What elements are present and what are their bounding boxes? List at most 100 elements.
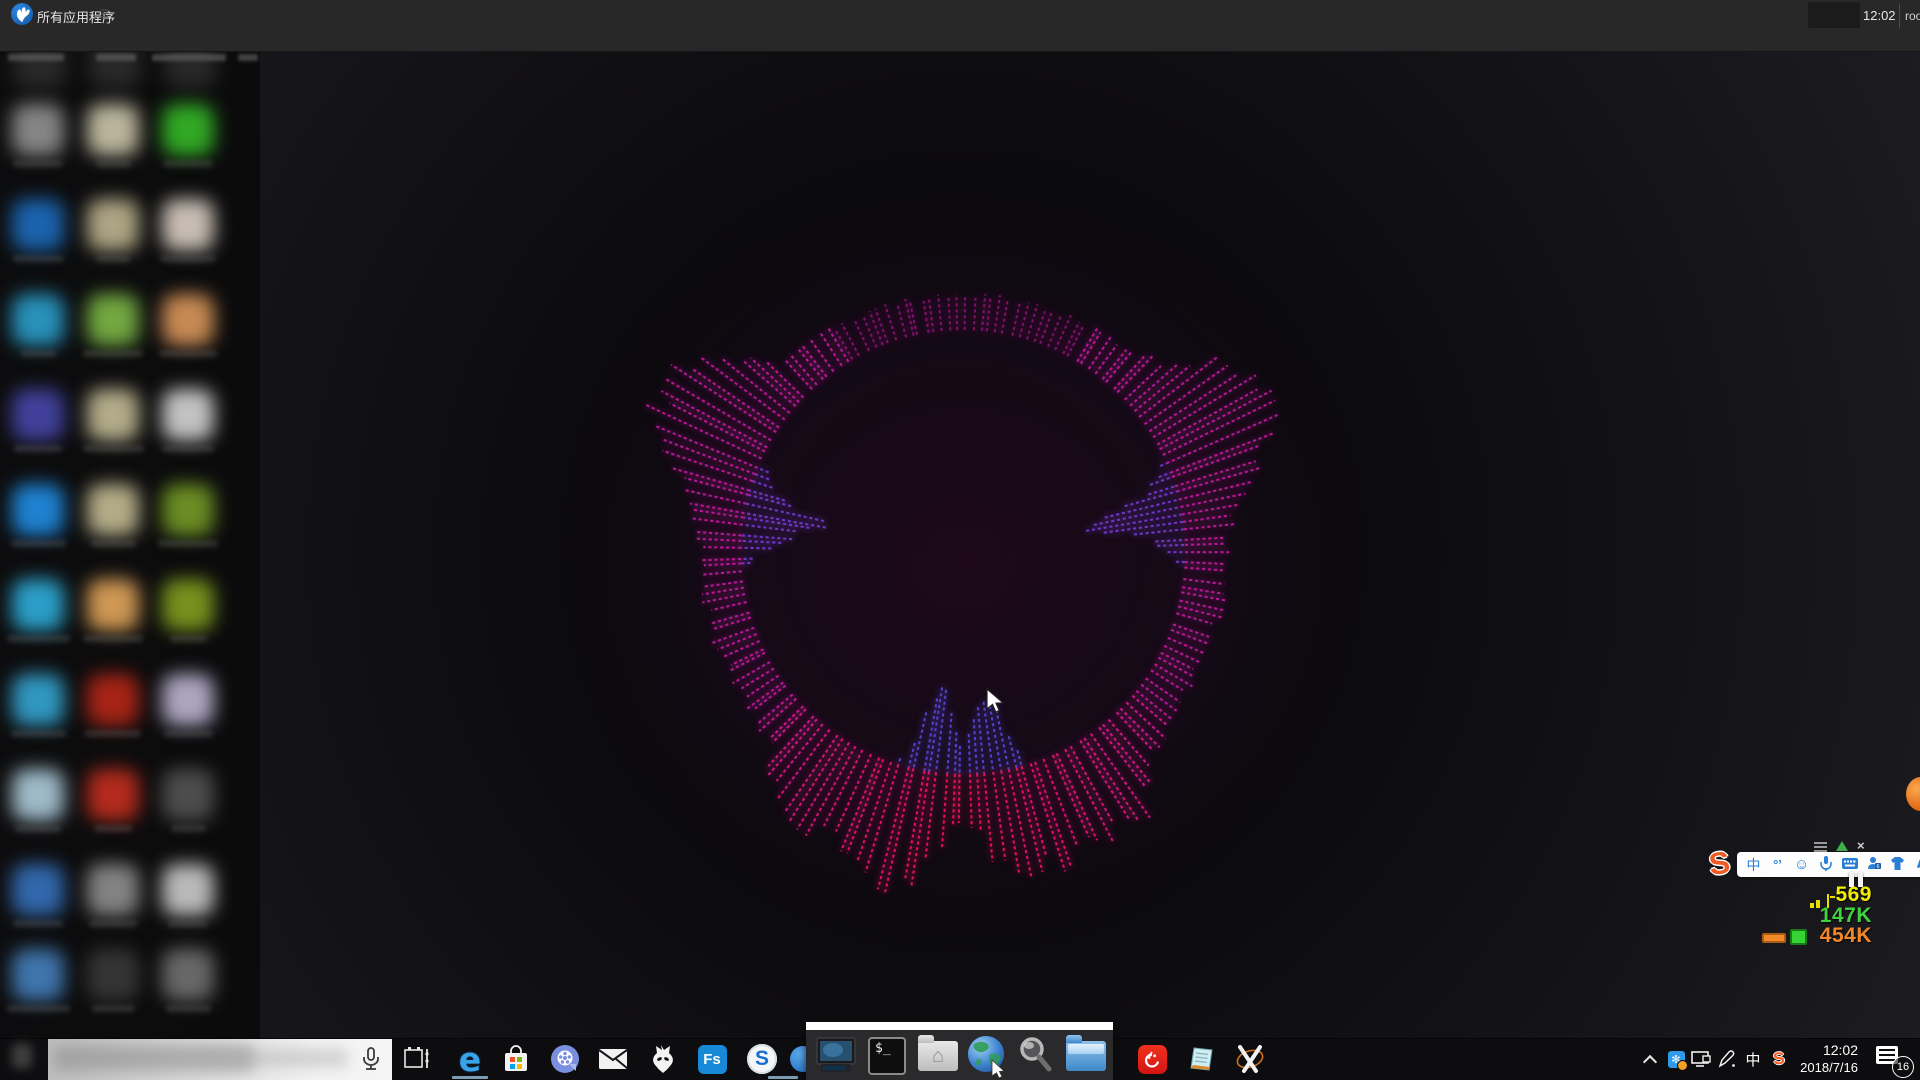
tray-pen-button[interactable] bbox=[1714, 1041, 1740, 1077]
sidebar-app-blob[interactable] bbox=[87, 484, 139, 536]
action-center-button[interactable]: 16 bbox=[1876, 1046, 1914, 1076]
dock-home-folder[interactable]: ⌂ bbox=[916, 1034, 960, 1078]
sidebar-app-blob[interactable] bbox=[12, 769, 64, 821]
stat-value-3: 454K bbox=[1820, 924, 1872, 948]
sogou-voice-icon[interactable] bbox=[1818, 856, 1833, 874]
taskbar-search-input[interactable] bbox=[48, 1039, 392, 1080]
sidebar-app-blob[interactable] bbox=[87, 389, 139, 441]
edge-browser-button[interactable]: e bbox=[452, 1041, 488, 1077]
sidebar-app-blob[interactable] bbox=[87, 769, 139, 821]
current-user-label[interactable]: root bbox=[1905, 9, 1920, 23]
sidebar-app-blob[interactable] bbox=[162, 294, 214, 346]
blurred-app-label bbox=[166, 1005, 211, 1012]
sidebar-app-blob[interactable] bbox=[87, 294, 139, 346]
dock-top-strip bbox=[806, 1022, 1113, 1030]
sidebar-app-blob[interactable] bbox=[12, 484, 64, 536]
film-reel-icon bbox=[550, 1044, 580, 1074]
blurred-app-label bbox=[13, 920, 63, 927]
sidebar-app-blob[interactable] bbox=[87, 104, 139, 156]
sogou-skin-icon[interactable] bbox=[1890, 857, 1905, 873]
blurred-search-text bbox=[198, 1049, 348, 1067]
sidebar-app-blob[interactable] bbox=[162, 674, 214, 726]
sidebar-app-blob[interactable] bbox=[162, 104, 214, 156]
sidebar-app-blob[interactable] bbox=[162, 864, 214, 916]
sogou-account-icon[interactable]: 6 bbox=[1866, 856, 1881, 873]
mail-button[interactable] bbox=[595, 1041, 631, 1077]
tray-sync-button[interactable]: ✻ bbox=[1663, 1041, 1689, 1077]
sidebar-app-blob[interactable] bbox=[164, 52, 216, 88]
dock-search[interactable] bbox=[1014, 1034, 1058, 1078]
sidebar-app-blob[interactable] bbox=[12, 104, 64, 156]
sidebar-app-blob[interactable] bbox=[89, 52, 141, 88]
store-button[interactable] bbox=[498, 1041, 534, 1077]
netease-music-button[interactable] bbox=[1134, 1041, 1170, 1077]
sidebar-app-blob[interactable] bbox=[87, 199, 139, 251]
hand-glyph bbox=[11, 3, 33, 25]
ime-indicator: 中 bbox=[1745, 1049, 1760, 1070]
blurred-app-label bbox=[91, 540, 136, 547]
blurred-app-label bbox=[158, 540, 218, 547]
foobar2000-button[interactable] bbox=[645, 1041, 681, 1077]
sogou-emoji-icon[interactable]: ☺ bbox=[1794, 856, 1809, 873]
stat-orange-bar-icon bbox=[1762, 933, 1786, 943]
sogou-keyboard-icon[interactable] bbox=[1842, 857, 1857, 872]
sidebar-app-blob[interactable] bbox=[12, 389, 64, 441]
sidebar-app-blob[interactable] bbox=[12, 864, 64, 916]
edge-open-indicator bbox=[452, 1076, 488, 1079]
sidebar-app-blob[interactable] bbox=[12, 949, 64, 1001]
tray-sogou-button[interactable]: S bbox=[1766, 1041, 1792, 1077]
tray-clock[interactable]: 12:02 2018/7/16 bbox=[1800, 1042, 1858, 1076]
x-server-button[interactable] bbox=[1232, 1041, 1268, 1077]
sidebar-app-blob[interactable] bbox=[162, 949, 214, 1001]
dock-terminal[interactable]: $_ bbox=[865, 1034, 909, 1078]
task-view-button[interactable] bbox=[399, 1041, 435, 1077]
notepad-button[interactable] bbox=[1184, 1041, 1220, 1077]
tray-display-button[interactable] bbox=[1688, 1041, 1714, 1077]
sogou-logo-icon[interactable]: S bbox=[1707, 843, 1743, 881]
netease-music-icon bbox=[1138, 1045, 1167, 1074]
quick-launch-dock: $_ ⌂ bbox=[806, 1022, 1113, 1080]
sogou-collapse-icon[interactable] bbox=[1836, 841, 1848, 851]
blurred-app-label bbox=[15, 825, 61, 832]
blurred-app-label bbox=[11, 540, 66, 547]
video-app-button[interactable] bbox=[547, 1041, 583, 1077]
sogou-ime-mode[interactable]: 中 bbox=[1746, 855, 1761, 875]
launcher-logo-icon[interactable] bbox=[11, 3, 33, 25]
search-mic-icon[interactable] bbox=[360, 1047, 382, 1073]
dock-web-browser[interactable] bbox=[965, 1034, 1009, 1078]
sidebar-app-blob[interactable] bbox=[162, 389, 214, 441]
blurred-app-label bbox=[13, 160, 63, 167]
sidebar-app-blob[interactable] bbox=[162, 579, 214, 631]
sidebar-app-blob[interactable] bbox=[12, 199, 64, 251]
blurred-app-label bbox=[168, 920, 208, 927]
sogou-menu-icon[interactable] bbox=[1814, 840, 1827, 852]
sidebar-app-blob[interactable] bbox=[162, 199, 214, 251]
sidebar-app-blob[interactable] bbox=[87, 579, 139, 631]
fs-app-button[interactable]: Fs bbox=[694, 1041, 730, 1077]
blurred-app-label bbox=[96, 255, 130, 262]
topbar-search-box[interactable] bbox=[1808, 2, 1860, 28]
sogou-punct-icon[interactable]: °’ bbox=[1770, 857, 1785, 872]
sidebar-app-blob[interactable] bbox=[87, 864, 139, 916]
sogou-settings-wrench-icon[interactable] bbox=[1914, 856, 1920, 873]
sidebar-app-blob[interactable] bbox=[162, 484, 214, 536]
tray-ime-button[interactable]: 中 bbox=[1740, 1041, 1766, 1077]
sidebar-app-blob[interactable] bbox=[12, 294, 64, 346]
blurred-app-label bbox=[83, 635, 143, 642]
dock-my-computer[interactable] bbox=[814, 1034, 858, 1078]
sidebar-app-blob[interactable] bbox=[87, 949, 139, 1001]
sidebar-app-blob[interactable] bbox=[14, 52, 66, 88]
dock-file-manager[interactable] bbox=[1064, 1034, 1108, 1078]
sidebar-app-blob[interactable] bbox=[12, 674, 64, 726]
sidebar-app-blob[interactable] bbox=[162, 769, 214, 821]
blurred-app-label bbox=[85, 730, 141, 737]
s-browser-button[interactable]: S bbox=[744, 1041, 780, 1077]
alien-head-icon bbox=[649, 1044, 677, 1074]
menu-icon[interactable]: ☰ bbox=[100, 9, 109, 20]
blurred-app-label bbox=[159, 350, 217, 357]
start-button[interactable] bbox=[12, 1044, 32, 1068]
tray-expand-button[interactable] bbox=[1638, 1041, 1662, 1077]
sidebar-app-blob[interactable] bbox=[87, 674, 139, 726]
sogou-close-icon[interactable]: × bbox=[1857, 838, 1865, 853]
sidebar-app-blob[interactable] bbox=[12, 579, 64, 631]
